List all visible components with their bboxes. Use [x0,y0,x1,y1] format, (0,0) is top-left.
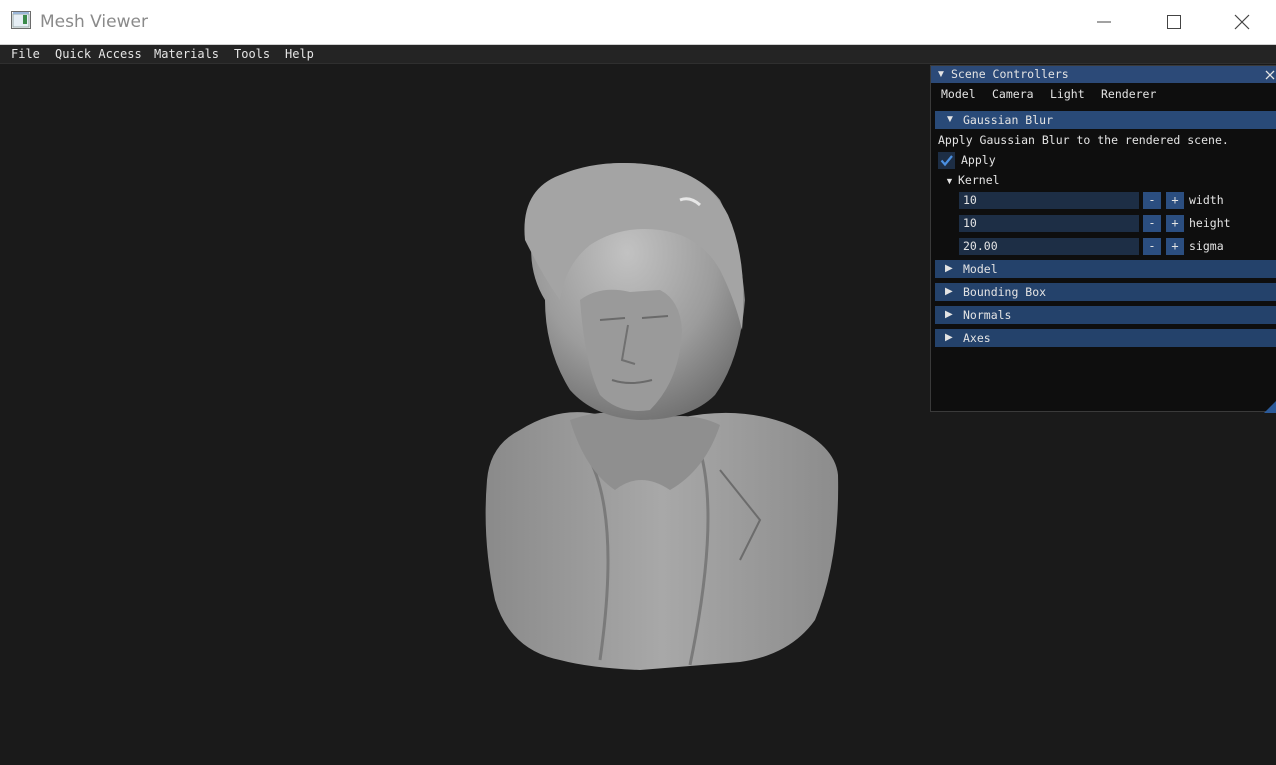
tab-light[interactable]: Light [1050,87,1085,101]
window-title: Mesh Viewer [40,12,148,32]
collapsed-triangle-icon: ▶ [945,286,953,297]
section-label: Axes [963,331,991,345]
section-label: Gaussian Blur [963,113,1054,127]
panel-title-bar[interactable]: ▼ Scene Controllers [931,66,1276,83]
apply-label: Apply [961,153,996,167]
collapsed-triangle-icon: ▶ [945,309,953,320]
section-label: Model [963,262,998,276]
panel-title: Scene Controllers [951,67,1069,81]
maximize-button[interactable] [1140,0,1208,44]
kernel-triangle-icon[interactable]: ▼ [945,175,954,187]
kernel-width-input[interactable]: 10 [959,192,1139,209]
tab-camera[interactable]: Camera [992,87,1034,101]
section-axes[interactable]: ▶ Axes [935,329,1276,347]
kernel-sigma-input[interactable]: 20.00 [959,238,1139,255]
menu-help[interactable]: Help [285,46,314,62]
section-model[interactable]: ▶ Model [935,260,1276,278]
menu-tools[interactable]: Tools [234,46,270,62]
collapsed-triangle-icon: ▶ [945,332,953,343]
minimize-icon [1097,21,1111,23]
width-label: width [1189,193,1224,207]
maximize-icon [1167,15,1181,29]
height-decrement-button[interactable]: - [1143,215,1161,232]
section-bounding-box[interactable]: ▶ Bounding Box [935,283,1276,301]
blur-description: Apply Gaussian Blur to the rendered scen… [938,133,1229,147]
sigma-decrement-button[interactable]: - [1143,238,1161,255]
sigma-increment-button[interactable]: + [1166,238,1184,255]
kernel-width-value: 10 [963,193,977,207]
app-window-icon [11,11,31,29]
tab-model[interactable]: Model [941,87,976,101]
checkmark-icon [940,155,953,167]
menu-bar: File Quick Access Materials Tools Help [0,45,1276,64]
sigma-label: sigma [1189,239,1224,253]
close-icon [1234,14,1250,30]
height-increment-button[interactable]: + [1166,215,1184,232]
close-button[interactable] [1208,0,1276,44]
menu-file[interactable]: File [11,46,40,62]
height-label: height [1189,216,1231,230]
menu-quick-access[interactable]: Quick Access [55,46,142,62]
tab-renderer[interactable]: Renderer [1101,87,1156,101]
section-normals[interactable]: ▶ Normals [935,306,1276,324]
kernel-sigma-value: 20.00 [963,239,998,253]
section-label: Normals [963,308,1012,322]
expanded-triangle-icon: ▼ [945,114,955,125]
panel-close-icon[interactable] [1264,67,1276,81]
scene-controllers-panel: ▼ Scene Controllers Model Camera Light R… [930,65,1276,413]
collapse-triangle-icon[interactable]: ▼ [936,69,946,81]
width-decrement-button[interactable]: - [1143,192,1161,209]
section-gaussian-blur[interactable]: ▼ Gaussian Blur [935,111,1276,129]
section-label: Bounding Box [963,285,1047,299]
resize-grip-icon[interactable] [1264,400,1276,413]
apply-checkbox[interactable] [938,152,955,169]
title-bar: Mesh Viewer [0,0,1276,45]
width-increment-button[interactable]: + [1166,192,1184,209]
kernel-height-value: 10 [963,216,977,230]
minimize-button[interactable] [1070,0,1138,44]
kernel-tree-node[interactable]: Kernel [958,173,1000,187]
collapsed-triangle-icon: ▶ [945,263,953,274]
menu-materials[interactable]: Materials [154,46,219,62]
kernel-height-input[interactable]: 10 [959,215,1139,232]
